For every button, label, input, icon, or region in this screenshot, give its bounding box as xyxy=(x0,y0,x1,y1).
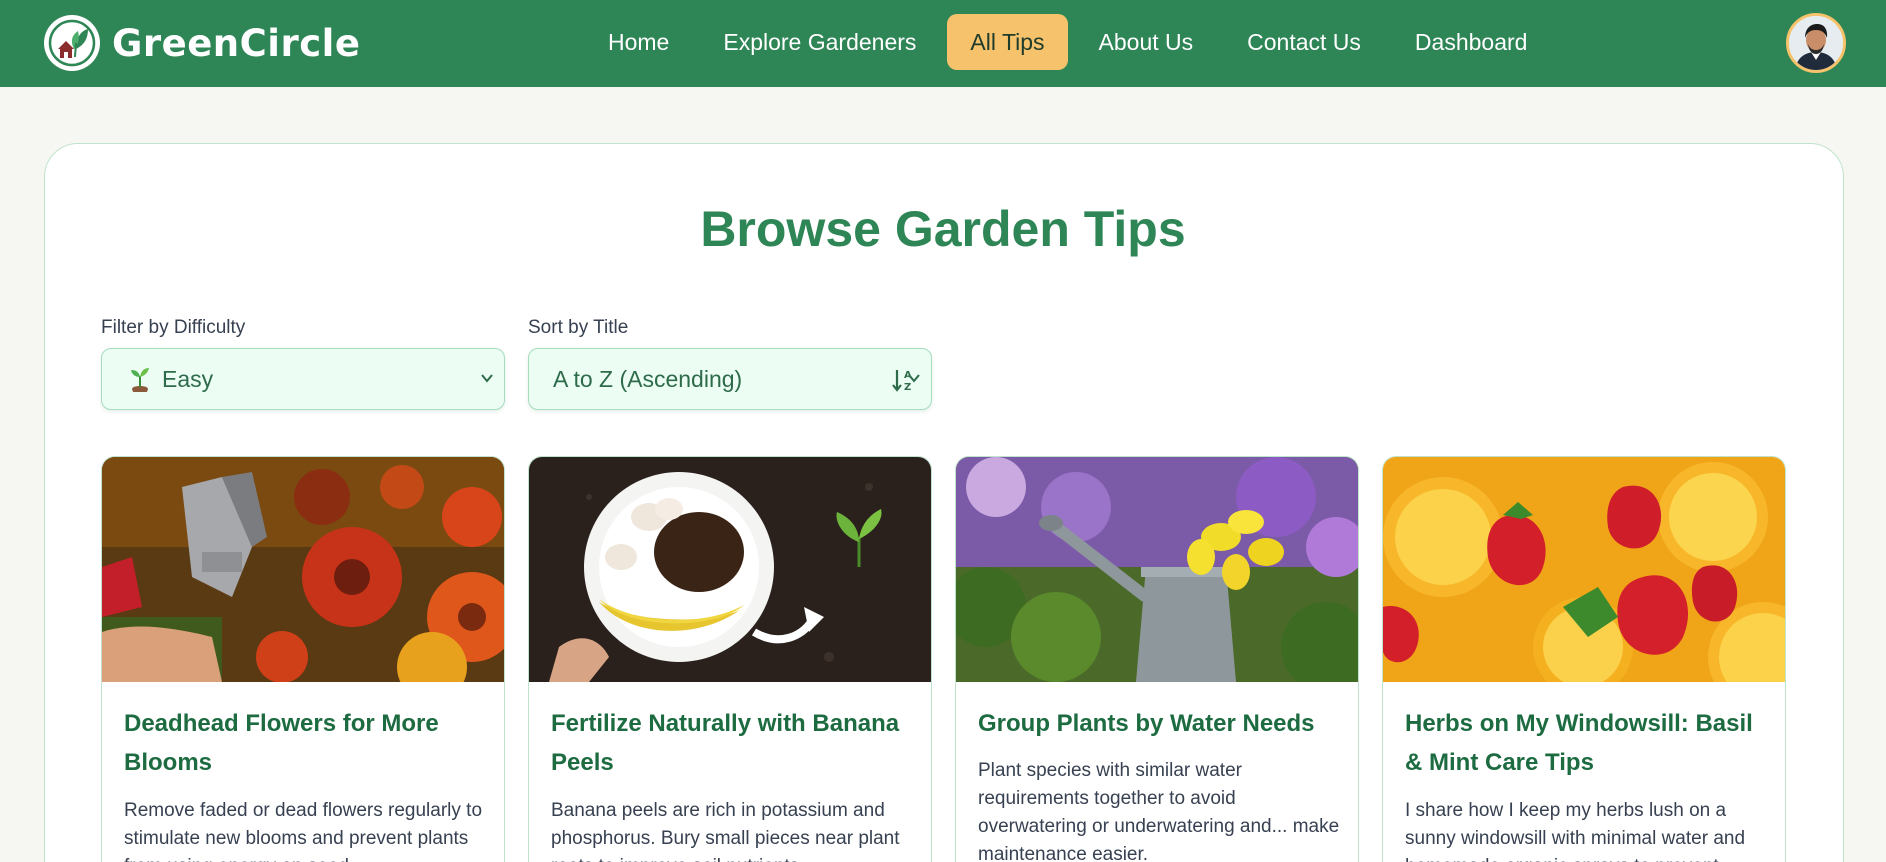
tip-description: Plant species with similar water require… xyxy=(978,760,1340,862)
tip-description: Banana peels are rich in potassium and p… xyxy=(551,800,900,862)
tip-title: Fertilize Naturally with Banana Peels xyxy=(551,710,900,776)
tip-image-deadhead-flowers xyxy=(102,457,504,682)
tip-title: Herbs on My Windowsill: Basil & Mint Car… xyxy=(1405,710,1753,776)
seedling-icon xyxy=(128,367,152,398)
difficulty-select[interactable]: Easy xyxy=(101,348,505,410)
difficulty-select-value: Easy xyxy=(162,366,214,392)
tip-card[interactable]: Group Plants by Water Needs Plant specie… xyxy=(955,456,1359,862)
chevron-down-icon xyxy=(907,371,921,390)
nav-about-us[interactable]: About Us xyxy=(1076,14,1217,70)
nav-explore-gardeners[interactable]: Explore Gardeners xyxy=(700,14,939,70)
page-title: Browse Garden Tips xyxy=(700,201,1186,257)
tip-card[interactable]: Fertilize Naturally with Banana Peels Ba… xyxy=(528,456,932,862)
nav-all-tips[interactable]: All Tips xyxy=(947,14,1068,70)
nav-contact-us[interactable]: Contact Us xyxy=(1224,14,1384,70)
user-avatar[interactable] xyxy=(1786,13,1846,73)
brand-link[interactable]: GreenCircle xyxy=(44,14,360,72)
nav-home[interactable]: Home xyxy=(585,14,692,70)
main-nav: Home Explore Gardeners All Tips About Us… xyxy=(585,14,1550,70)
tip-description: I share how I keep my herbs lush on a su… xyxy=(1405,800,1746,862)
tip-card[interactable]: Deadhead Flowers for More Blooms Remove … xyxy=(101,456,505,862)
tip-card[interactable]: Herbs on My Windowsill: Basil & Mint Car… xyxy=(1382,456,1786,862)
tip-description: Remove faded or dead flowers regularly t… xyxy=(124,800,483,862)
tip-image-windowsill-herbs xyxy=(1383,457,1785,682)
brand-name: GreenCircle xyxy=(112,21,361,65)
sort-label: Sort by Title xyxy=(528,317,629,338)
greencircle-logo-icon xyxy=(44,15,100,71)
difficulty-filter-label: Filter by Difficulty xyxy=(101,317,246,338)
tip-image-banana-peels xyxy=(529,457,931,682)
sort-select[interactable]: A to Z (Ascending) A Z xyxy=(528,348,932,410)
sort-select-value: A to Z (Ascending) xyxy=(553,366,743,392)
user-avatar-icon xyxy=(1789,16,1843,70)
nav-dashboard[interactable]: Dashboard xyxy=(1392,14,1551,70)
tip-title: Group Plants by Water Needs xyxy=(978,710,1315,737)
tip-image-water-needs xyxy=(956,457,1358,682)
chevron-down-icon xyxy=(480,371,494,390)
navbar: GreenCircle Home Explore Gardeners All T… xyxy=(0,0,1886,87)
tip-title: Deadhead Flowers for More Blooms xyxy=(124,710,439,776)
